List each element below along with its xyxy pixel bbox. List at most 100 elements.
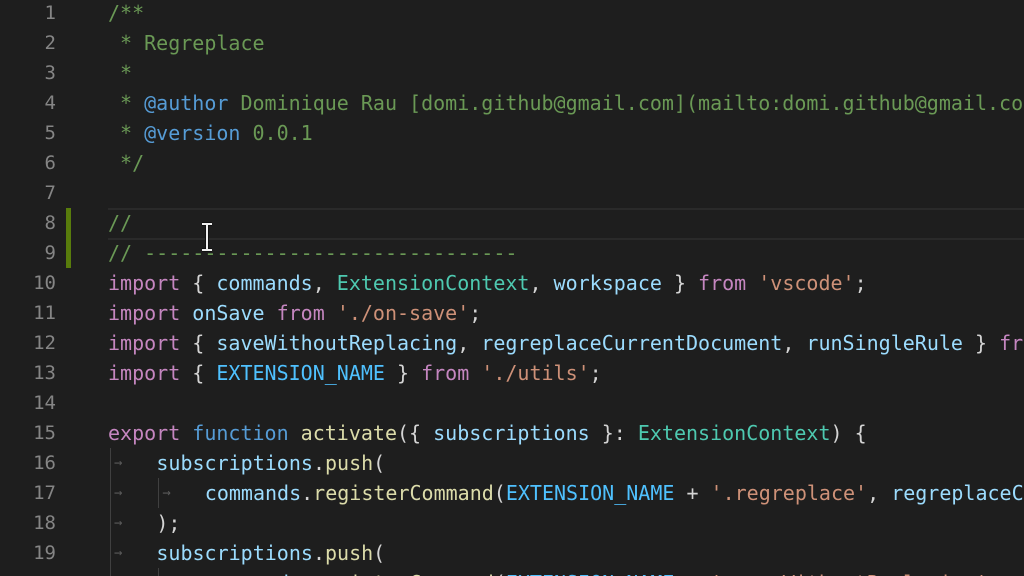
line-number: 18: [33, 512, 56, 534]
code-token: }:: [589, 421, 638, 445]
code-token: subscriptions: [156, 541, 313, 565]
code-area[interactable]: /** * Regreplace * * @author Dominique R…: [108, 0, 1024, 576]
code-line[interactable]: * @version 0.0.1: [108, 118, 313, 148]
line-number: 9: [44, 242, 56, 264]
code-token: @author: [144, 91, 229, 115]
code-line[interactable]: import { saveWithoutReplacing, regreplac…: [108, 328, 1024, 358]
line-number-gutter: 1 2 3 4 5 6 7 8 9 10 11 12 13 14 15 16 17 18 19: [0, 0, 71, 576]
tab-whitespace-arrow: →: [162, 485, 171, 501]
line-number: 6: [44, 152, 56, 174]
line-number: 8: [44, 212, 56, 234]
code-token: saveWithoutReplacing: [1012, 571, 1024, 576]
code-line[interactable]: // -------------------------------: [108, 238, 517, 268]
code-line[interactable]: */: [108, 148, 144, 178]
code-token: EXTENSION_NAME: [216, 361, 385, 385]
code-token: * Regreplace: [108, 31, 265, 55]
tab-whitespace-arrow: →: [114, 568, 122, 576]
line-number: 12: [33, 332, 56, 354]
code-line[interactable]: subscriptions.push(: [156, 538, 385, 568]
line-number: 14: [33, 392, 56, 414]
line-number: 2: [44, 32, 56, 54]
code-token: 'vscode': [758, 271, 855, 295]
code-token: runSingleRule: [806, 331, 963, 355]
code-token: ,: [457, 331, 482, 355]
code-token: ;: [589, 361, 602, 385]
code-token: EXTENSION_NAME: [505, 481, 675, 505]
code-line[interactable]: export function activate({ subscriptions…: [108, 418, 867, 448]
code-token: ,: [867, 481, 892, 505]
code-token: +: [674, 481, 711, 505]
git-modified-marker[interactable]: [66, 208, 71, 238]
code-line[interactable]: //: [108, 208, 132, 238]
code-token: +: [674, 571, 710, 576]
code-token: activate: [300, 421, 397, 445]
code-token: (: [494, 571, 506, 576]
indent-guide: [110, 478, 111, 508]
code-token: registerCommand: [313, 481, 494, 505]
code-token: (: [493, 481, 506, 505]
code-token: from: [698, 271, 747, 295]
code-line[interactable]: subscriptions.push(: [156, 448, 385, 478]
code-token: .: [301, 481, 314, 505]
code-token: subscriptions: [156, 451, 313, 475]
code-line[interactable]: );: [156, 508, 180, 538]
line-number: 4: [44, 92, 56, 114]
code-token: from: [276, 301, 325, 325]
tab-whitespace-arrow: →: [114, 455, 123, 471]
indent-guide: [158, 568, 160, 576]
code-token: ;: [854, 271, 867, 295]
code-token: {: [180, 331, 217, 355]
line-number: 15: [33, 422, 56, 444]
code-line[interactable]: * Regreplace: [108, 28, 265, 58]
code-line[interactable]: import { commands, ExtensionContext, wor…: [108, 268, 867, 298]
code-token: EXTENSION_NAME: [506, 571, 675, 576]
code-token: Dominique Rau [domi.github@gmail.com](ma…: [228, 91, 1024, 115]
code-token: ) {: [830, 421, 867, 445]
line-number: 16: [33, 452, 56, 474]
code-line[interactable]: * @author Dominique Rau [domi.github@gma…: [108, 88, 1024, 118]
line-number: 13: [33, 362, 56, 384]
code-line[interactable]: import onSave from './on-save';: [108, 298, 481, 328]
code-token: ,: [988, 571, 1012, 576]
code-token: *: [108, 61, 133, 85]
code-token: saveWithoutReplacing: [216, 331, 458, 355]
code-token: ,: [529, 271, 554, 295]
git-modified-marker[interactable]: [66, 238, 71, 268]
line-number: 5: [44, 122, 56, 144]
code-token: //: [108, 211, 133, 235]
tab-whitespace-arrow: →: [114, 545, 123, 561]
code-line[interactable]: commands.registerCommand(EXTENSION_NAME …: [205, 478, 1024, 508]
code-token: .: [312, 541, 325, 565]
code-token: ,: [312, 271, 337, 295]
code-token: onSave: [192, 301, 265, 325]
code-line[interactable]: /**: [108, 0, 144, 28]
code-token: }: [661, 271, 699, 295]
code-token: '.regreplace': [710, 481, 868, 505]
indent-guide: [110, 568, 111, 576]
code-token: import: [108, 301, 181, 325]
code-token: commands: [205, 571, 301, 576]
code-editor[interactable]: 1 2 3 4 5 6 7 8 9 10 11 12 13 14 15 16 17 18 19 /** * Regr…: [0, 0, 1024, 576]
code-token: }: [384, 361, 422, 385]
text-cursor-icon: [202, 222, 212, 252]
line-number: 10: [33, 272, 56, 294]
code-line[interactable]: import { EXTENSION_NAME } from './utils'…: [108, 358, 602, 388]
tab-whitespace-arrow: →: [114, 515, 123, 531]
code-token: }: [962, 331, 1000, 355]
code-line[interactable]: commands.registerCommand(EXTENSION_NAME …: [205, 568, 1024, 576]
code-token: from: [421, 361, 470, 385]
code-token: './on-save': [336, 301, 470, 325]
code-token: import: [108, 331, 181, 355]
code-token: push: [324, 451, 374, 475]
code-token: // -------------------------------: [108, 241, 518, 265]
code-token: .: [312, 451, 325, 475]
code-line[interactable]: *: [108, 58, 132, 88]
line-number: 11: [33, 302, 56, 324]
tab-whitespace-arrow: →: [114, 485, 123, 501]
code-token: regreplaceCurrentDocument: [481, 331, 783, 355]
